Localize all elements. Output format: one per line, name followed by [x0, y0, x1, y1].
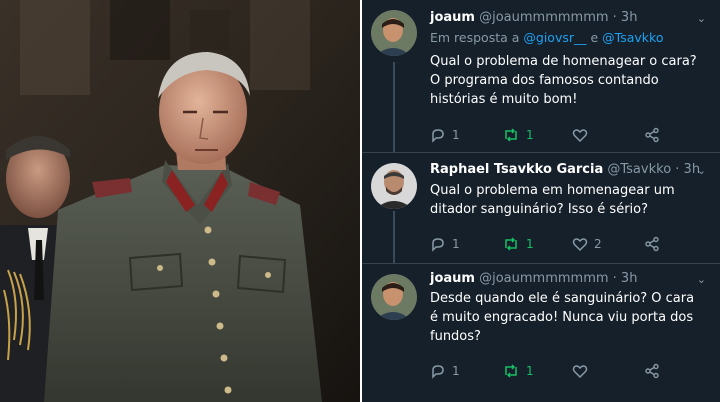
tweet-actions: 1 1 2 — [430, 235, 690, 253]
share-icon — [644, 127, 660, 143]
timestamp[interactable]: · 3h — [613, 271, 638, 286]
tweet-actions: 1 1 — [430, 126, 690, 144]
like-button[interactable]: 2 — [572, 235, 602, 253]
reply-icon — [430, 127, 446, 143]
display-name[interactable]: joaum — [430, 10, 475, 25]
tweet[interactable]: joaum @joaummmmmmm · 3h ⌄ Em resposta a … — [362, 0, 720, 152]
tweet-thread: joaum @joaummmmmmm · 3h ⌄ Em resposta a … — [362, 0, 720, 402]
avatar[interactable] — [371, 274, 417, 320]
reply-button[interactable]: 1 — [430, 235, 460, 253]
reply-button[interactable]: 1 — [430, 126, 460, 144]
retweet-count: 1 — [526, 364, 534, 378]
like-button[interactable] — [572, 126, 594, 144]
reply-count: 1 — [452, 364, 460, 378]
heart-icon — [572, 127, 588, 143]
avatar[interactable] — [371, 10, 417, 56]
chevron-down-icon[interactable]: ⌄ — [697, 164, 706, 177]
chevron-down-icon[interactable]: ⌄ — [697, 12, 706, 25]
reply-count: 1 — [452, 128, 460, 142]
tweet[interactable]: joaum @joaummmmmmm · 3h ⌄ Desde quando e… — [362, 264, 720, 402]
heart-icon — [572, 236, 588, 252]
user-handle[interactable]: @Tsavkko — [607, 162, 671, 177]
like-button[interactable] — [572, 362, 594, 380]
tweet-actions: 1 1 — [430, 362, 690, 380]
chevron-down-icon[interactable]: ⌄ — [697, 273, 706, 286]
reply-context: Em resposta a @giovsr__ e @Tsavkko — [430, 30, 664, 45]
retweet-button[interactable]: 1 — [502, 126, 534, 144]
like-count: 2 — [594, 237, 602, 251]
tweet-text: Qual o problema de homenagear o cara? O … — [430, 54, 697, 107]
reply-icon — [430, 236, 446, 252]
retweet-icon — [502, 127, 520, 143]
user-handle[interactable]: @joaummmmmmm — [479, 271, 608, 286]
mention-link[interactable]: @Tsavkko — [602, 30, 663, 45]
tweet-text: Desde quando ele é sanguinário? O cara é… — [430, 291, 695, 344]
share-icon — [644, 236, 660, 252]
military-portrait-photo — [0, 0, 360, 402]
user-handle[interactable]: @joaummmmmmm — [479, 10, 608, 25]
retweet-icon — [502, 363, 520, 379]
tweet-text: Qual o problema em homenagear um ditador… — [430, 183, 675, 217]
reply-conjunction: e — [590, 30, 599, 45]
retweet-button[interactable]: 1 — [502, 362, 534, 380]
share-button[interactable] — [644, 126, 660, 144]
thread-line — [393, 62, 395, 152]
reply-icon — [430, 363, 446, 379]
share-button[interactable] — [644, 235, 660, 253]
timestamp[interactable]: · 3h — [613, 10, 638, 25]
reply-button[interactable]: 1 — [430, 362, 460, 380]
retweet-icon — [502, 236, 520, 252]
retweet-button[interactable]: 1 — [502, 235, 534, 253]
display-name[interactable]: Raphael Tsavkko Garcia — [430, 162, 603, 177]
share-icon — [644, 363, 660, 379]
reply-count: 1 — [452, 237, 460, 251]
thread-line — [393, 211, 395, 263]
display-name[interactable]: joaum — [430, 271, 475, 286]
share-button[interactable] — [644, 362, 660, 380]
tweet[interactable]: Raphael Tsavkko Garcia @Tsavkko · 3h ⌄ Q… — [362, 153, 720, 263]
retweet-count: 1 — [526, 128, 534, 142]
heart-icon — [572, 363, 588, 379]
mention-link[interactable]: @giovsr__ — [523, 30, 586, 45]
avatar[interactable] — [371, 163, 417, 209]
retweet-count: 1 — [526, 237, 534, 251]
reply-prefix: Em resposta a — [430, 30, 520, 45]
